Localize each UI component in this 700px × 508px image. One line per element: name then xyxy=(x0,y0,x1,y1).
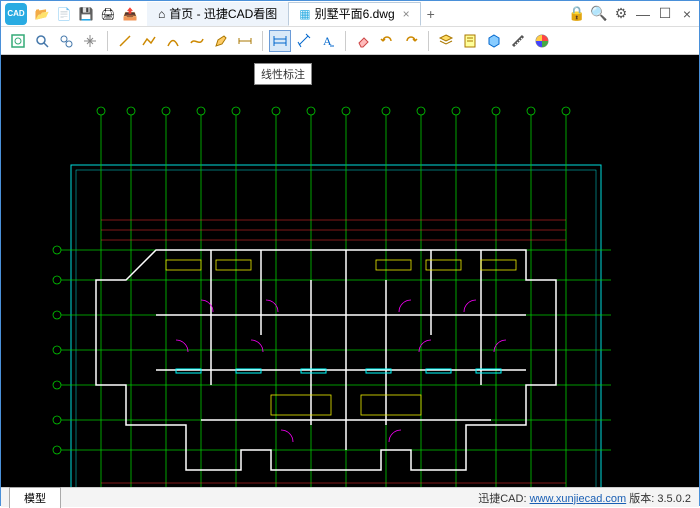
titlebar: CAD 📂 📄 💾 🖨 📤 ⌂ 首页 - 迅捷CAD看图 ▦ 别墅平面6.dwg… xyxy=(1,1,699,27)
separator xyxy=(107,31,108,51)
separator xyxy=(428,31,429,51)
properties-button[interactable] xyxy=(459,30,481,52)
tab-home[interactable]: ⌂ 首页 - 迅捷CAD看图 xyxy=(147,2,288,26)
tab-label: 首页 - 迅捷CAD看图 xyxy=(169,5,277,22)
minimize-button[interactable]: — xyxy=(635,6,651,22)
color-button[interactable] xyxy=(531,30,553,52)
new-icon[interactable]: 📄 xyxy=(55,5,73,23)
dimension-tool-button[interactable] xyxy=(234,30,256,52)
close-button[interactable]: × xyxy=(679,6,695,22)
search-icon[interactable]: 🔍 xyxy=(591,6,607,22)
undo-button[interactable] xyxy=(376,30,398,52)
erase-button[interactable] xyxy=(352,30,374,52)
aligned-dim-button[interactable] xyxy=(293,30,315,52)
zoom-window-button[interactable] xyxy=(31,30,53,52)
website-link[interactable]: www.xunjiecad.com xyxy=(530,493,627,505)
arc-button[interactable] xyxy=(162,30,184,52)
line-button[interactable] xyxy=(114,30,136,52)
text-button[interactable]: A xyxy=(317,30,339,52)
close-icon[interactable]: × xyxy=(403,7,410,21)
save-icon[interactable]: 💾 xyxy=(77,5,95,23)
linear-dim-button[interactable] xyxy=(269,30,291,52)
tab-strip: ⌂ 首页 - 迅捷CAD看图 ▦ 别墅平面6.dwg × + xyxy=(147,1,441,26)
toolbar: A xyxy=(1,27,699,55)
print-icon[interactable]: 🖨 xyxy=(99,5,117,23)
layer-button[interactable] xyxy=(435,30,457,52)
status-bar: 模型 迅捷CAD: www.xunjiecad.com 版本: 3.5.0.2 xyxy=(1,487,699,507)
polyline-button[interactable] xyxy=(138,30,160,52)
tooltip: 线性标注 xyxy=(254,63,312,85)
measure-button[interactable] xyxy=(507,30,529,52)
status-text: 迅捷CAD: www.xunjiecad.com 版本: 3.5.0.2 xyxy=(478,490,699,506)
separator xyxy=(345,31,346,51)
export-icon[interactable]: 📤 xyxy=(121,5,139,23)
open-icon[interactable]: 📂 xyxy=(33,5,51,23)
home-icon: ⌂ xyxy=(158,7,165,21)
maximize-button[interactable]: ☐ xyxy=(657,6,673,22)
app-logo: CAD xyxy=(5,3,27,25)
zoom-extents-button[interactable] xyxy=(7,30,29,52)
redo-button[interactable] xyxy=(400,30,422,52)
window-controls: 🔒 🔍 ⚙ — ☐ × xyxy=(569,6,695,22)
edit-button[interactable] xyxy=(210,30,232,52)
tab-document[interactable]: ▦ 别墅平面6.dwg × xyxy=(288,2,420,26)
doc-icon: ▦ xyxy=(299,7,310,21)
add-tab-button[interactable]: + xyxy=(421,6,441,22)
gear-icon[interactable]: ⚙ xyxy=(613,6,629,22)
pan-button[interactable] xyxy=(79,30,101,52)
tab-label: 别墅平面6.dwg xyxy=(315,5,395,22)
zoom-realtime-button[interactable] xyxy=(55,30,77,52)
drawing-canvas[interactable]: 线性标注 xyxy=(1,55,699,487)
model-tab[interactable]: 模型 xyxy=(9,487,61,508)
spline-button[interactable] xyxy=(186,30,208,52)
separator xyxy=(262,31,263,51)
cad-drawing xyxy=(1,55,699,487)
lock-icon[interactable]: 🔒 xyxy=(569,6,585,22)
block-button[interactable] xyxy=(483,30,505,52)
